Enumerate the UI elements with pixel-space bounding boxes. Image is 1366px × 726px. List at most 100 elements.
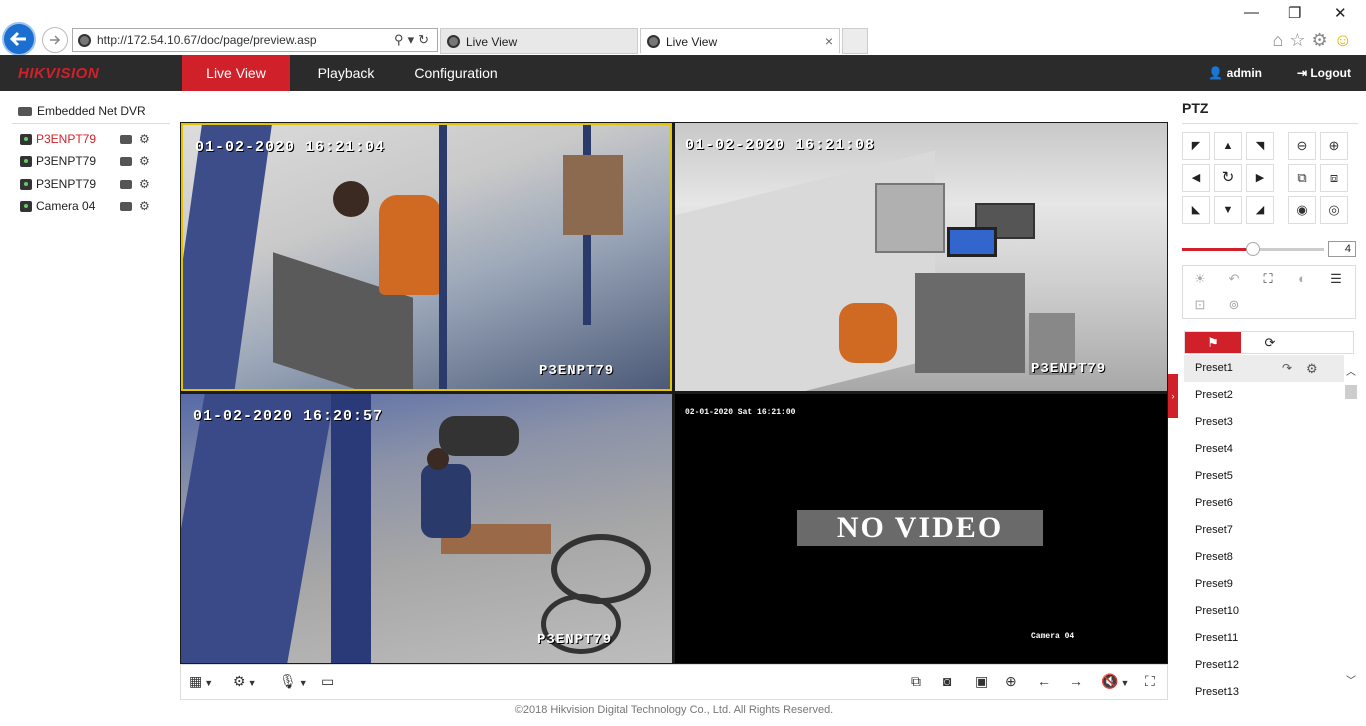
zoom-out-button[interactable]: ⊖ [1288,132,1316,160]
ptz-right-button[interactable]: ▶ [1246,164,1274,192]
address-actions-icon[interactable]: ⚲▾↻ [394,32,433,48]
smiley-feedback-icon[interactable]: ☺ [1334,30,1358,50]
ptz-speed-value[interactable]: 4 [1328,241,1356,257]
stream-type-button[interactable]: ⚙ ▼ [233,673,256,693]
ptz-up-right-button[interactable]: ◥ [1246,132,1274,160]
video-tile-4[interactable]: 02-01-2020 Sat 16:21:00 NO VIDEO Camera … [675,394,1167,663]
scrollbar-thumb[interactable] [1345,385,1357,399]
preset-item[interactable]: Preset3 [1184,409,1344,436]
nav-live-view[interactable]: Live View [182,55,290,91]
preset-item[interactable]: Preset1 ↷ ⚙ [1184,355,1344,382]
preset-item[interactable]: Preset11 [1184,625,1344,652]
stop-all-button[interactable]: ⧉ [911,673,921,693]
wiper-button[interactable]: ↶ [1217,266,1251,292]
nav-configuration[interactable]: Configuration [404,55,508,91]
iris-open-button[interactable]: ◎ [1320,196,1348,224]
preset-item[interactable]: Preset8 [1184,544,1344,571]
capture-button[interactable]: ◙ [943,673,951,693]
ptz-speed-slider[interactable] [1182,242,1324,256]
address-url[interactable]: http://172.54.10.67/doc/page/preview.asp [97,33,317,47]
menu-button[interactable]: ☰ [1319,266,1353,292]
speed-slider-knob[interactable] [1246,242,1260,256]
set-preset-gear-icon[interactable]: ⚙ [1306,355,1318,382]
preset-item[interactable]: Preset6 [1184,490,1344,517]
ptz-auto-button[interactable]: ↻ [1214,164,1242,192]
new-tab-button[interactable] [842,28,868,54]
fullscreen-button[interactable]: ⛶ [1145,673,1155,693]
video-tile-2[interactable]: 01-02-2020 16:21:08 P3ENPT79 [675,123,1167,391]
record-icon[interactable] [120,202,132,211]
wiper-icon: ↶ [1228,271,1240,286]
tab-preset[interactable]: ⚑ [1185,332,1241,353]
preset-item[interactable]: Preset7 [1184,517,1344,544]
glass-frame [439,125,447,389]
ptz-control-icon[interactable]: ⚙ [139,177,150,191]
home-icon[interactable]: ⌂ [1272,30,1289,50]
volume-button[interactable]: 🔇 ▼ [1101,673,1129,693]
camera-item[interactable]: Camera 04 ⚙ [20,198,170,216]
ptz-down-button[interactable]: ▼ [1214,196,1242,224]
preset-item[interactable]: Preset2 [1184,382,1344,409]
camera-item[interactable]: P3ENPT79 ⚙ [20,131,170,149]
aux-focus-button[interactable]: ⛶ [1251,266,1285,292]
preset-item[interactable]: Preset12 [1184,652,1344,679]
tab-pattern[interactable] [1299,332,1355,353]
browser-tab-2[interactable]: Live View × [640,28,840,54]
nav-playback[interactable]: Playback [300,55,392,91]
window-layout-button[interactable]: ▦ ▼ [189,673,213,693]
favorites-star-icon[interactable]: ☆ [1289,30,1311,50]
close-window-icon[interactable]: ✕ [1334,4,1347,22]
preset-item[interactable]: Preset13 [1184,679,1344,701]
ptz-up-left-button[interactable]: ◤ [1182,132,1210,160]
record-icon[interactable] [120,180,132,189]
record-icon[interactable] [120,135,132,144]
ptz-control-icon[interactable]: ⚙ [139,132,150,146]
ptz-left-button[interactable]: ◀ [1182,164,1210,192]
preset-item[interactable]: Preset10 [1184,598,1344,625]
record-all-button[interactable]: ▣ [975,673,988,693]
camera-item[interactable]: P3ENPT79 ⚙ [20,153,170,171]
manual-tracking-button[interactable]: ⊡ [1183,292,1217,318]
ptz-down-right-button[interactable]: ◢ [1246,196,1274,224]
tile-timestamp: 01-02-2020 16:20:57 [193,408,384,425]
tab-close-icon[interactable]: × [825,33,833,49]
logout-button[interactable]: ⇥ Logout [1297,66,1351,80]
light-button[interactable]: ☀ [1183,266,1217,292]
minimize-icon[interactable]: — [1244,4,1259,21]
user-menu[interactable]: 👤 admin [1208,66,1262,80]
audio-talk-button[interactable]: 🎙 ▼ [279,673,308,693]
plugin-button[interactable]: ▭ [321,673,334,693]
focus-far-button[interactable]: ⧈ [1320,164,1348,192]
chevron-up-icon[interactable]: ︿ [1346,363,1356,378]
3d-zoom-button[interactable]: ⊚ [1217,292,1251,318]
iris-close-button[interactable]: ◉ [1288,196,1316,224]
ptz-control-icon[interactable]: ⚙ [139,154,150,168]
preset-item[interactable]: Preset9 [1184,571,1344,598]
zoom-in-button[interactable]: ⊕ [1320,132,1348,160]
lens-init-button[interactable]: ◐ [1285,266,1319,292]
digital-zoom-button[interactable]: ⊕ [1005,673,1017,693]
preset-item[interactable]: Preset5 [1184,463,1344,490]
forward-arrow-icon[interactable] [42,27,68,53]
preset-item[interactable]: Preset4 [1184,436,1344,463]
ptz-down-left-button[interactable]: ◣ [1182,196,1210,224]
ptz-up-button[interactable]: ▲ [1214,132,1242,160]
chevron-down-icon[interactable]: ﹀ [1346,672,1356,687]
settings-gear-icon[interactable]: ⚙ [1311,30,1333,50]
camera-item[interactable]: P3ENPT79 ⚙ [20,176,170,194]
record-icon[interactable] [120,157,132,166]
tree-root-dvr[interactable]: Embedded Net DVR [18,104,146,118]
call-preset-icon[interactable]: ↷ [1282,355,1292,382]
video-tile-1[interactable]: 01-02-2020 16:21:04 P3ENPT79 [181,123,672,391]
address-bar[interactable]: http://172.54.10.67/doc/page/preview.asp… [72,28,438,52]
preset-scrollbar[interactable]: ︿ ﹀ [1344,355,1358,701]
back-arrow-icon[interactable] [2,22,36,56]
next-page-button[interactable]: → [1069,673,1083,693]
video-tile-3[interactable]: 01-02-2020 16:20:57 P3ENPT79 [181,394,672,663]
focus-near-button[interactable]: ⧉ [1288,164,1316,192]
ptz-control-icon[interactable]: ⚙ [139,199,150,213]
previous-page-button[interactable]: ← [1037,673,1051,693]
tab-patrol[interactable]: ⟳ [1242,332,1298,353]
restore-icon[interactable]: ❐ [1288,4,1301,22]
browser-tab-1[interactable]: Live View [440,28,638,54]
